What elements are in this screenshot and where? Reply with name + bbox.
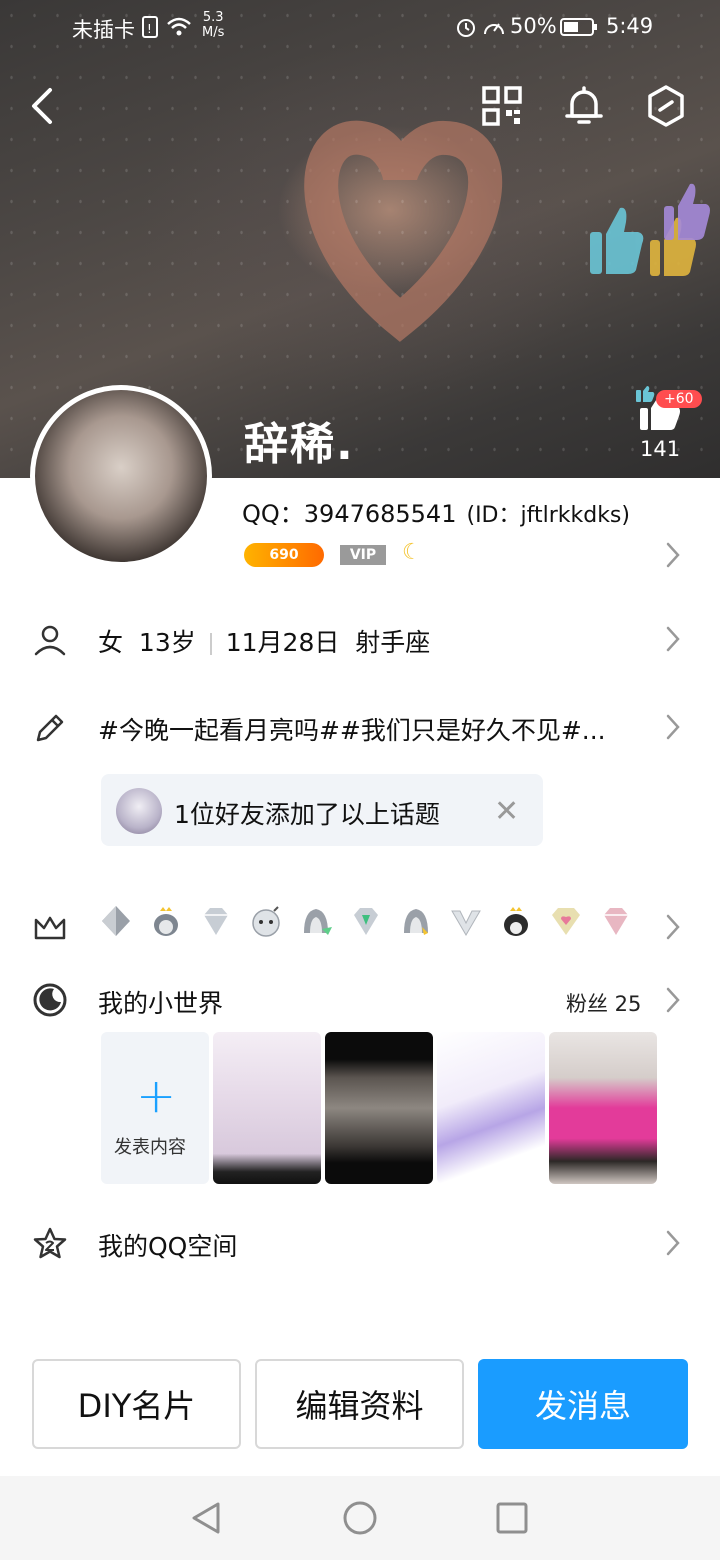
net-speed-value: 5.3 [202,10,224,25]
coin-badge[interactable]: 690 [244,543,324,567]
chevron-right-icon[interactable] [664,624,682,654]
svg-text:!: ! [147,22,152,36]
basic-info[interactable]: 女 13岁 11月28日 射手座 [98,623,430,659]
nav-recents-icon[interactable] [492,1498,532,1538]
person-icon [34,625,66,656]
like-increment-badge: +60 [656,390,702,408]
age: 13岁 [138,628,196,657]
coin-value: 690 [269,547,299,563]
friend-avatar [116,788,162,834]
gender: 女 [98,628,124,657]
penguin-yellow-badge-icon [404,909,428,935]
qq-number-line[interactable]: QQ：3947685541 (ID：jftlrkkdks) [242,494,630,529]
clock: 5:49 [606,14,654,38]
pencil-icon [36,714,64,742]
edit-profile-button[interactable]: 编辑资料 [255,1359,464,1449]
net-speed-unit: M/s [202,25,225,40]
moon-level-icon: ☾ [402,540,422,565]
chevron-right-icon[interactable] [664,712,682,742]
badge-list[interactable] [98,903,638,943]
zodiac: 射手座 [355,628,431,657]
sim-icon: ! [142,16,158,38]
signature-text[interactable]: #今晚一起看月亮吗##我们只是好久不见#... [98,711,638,747]
qzone-title[interactable]: 我的QQ空间 [98,1227,237,1263]
plus-icon: + [136,1068,177,1124]
chevron-right-icon[interactable] [664,540,682,570]
net-speed: 5.3 M/s [202,10,224,40]
speed-mode-icon [484,23,504,35]
avatar[interactable] [30,385,212,567]
notification-bell-icon[interactable] [560,82,608,130]
crown-icon [34,916,66,940]
nickname: 辞稀. [244,419,355,470]
wifi-icon [167,17,191,36]
carrier-label: 未插卡 [72,18,135,42]
birthday: 11月28日 [225,628,340,657]
chevron-right-icon[interactable] [664,985,682,1015]
world-post-thumbnail[interactable] [325,1032,433,1184]
world-post-thumbnail[interactable] [213,1032,321,1184]
world-post-thumbnail[interactable] [549,1032,657,1184]
v-badge-icon [451,910,481,936]
bomb-face-badge-icon [252,906,280,937]
qr-code-icon[interactable] [478,82,526,130]
small-world-icon [33,983,67,1017]
crowned-penguin-badge-icon [154,907,178,936]
qzone-star-icon [33,1227,67,1259]
nav-back-icon[interactable] [186,1498,226,1538]
qq-number: QQ：3947685541 [242,500,457,528]
post-content-label: 发表内容 [114,1137,186,1158]
black-penguin-badge-icon [504,907,528,936]
nav-home-icon[interactable] [340,1498,380,1538]
battery-percent: 50% [510,14,557,38]
like-count: 141 [640,437,681,461]
green-diamond-badge-icon [354,908,378,935]
world-post-thumbnail[interactable] [437,1032,545,1184]
back-icon[interactable] [20,82,68,130]
info-divider [209,633,212,655]
alarm-icon [457,19,475,37]
topic-chip-text: 1位好友添加了以上话题 [174,800,440,829]
qq-id: (ID：jftlrkkdks) [466,503,630,528]
diy-card-button[interactable]: DIY名片 [32,1359,241,1449]
chevron-right-icon[interactable] [664,912,682,942]
close-icon[interactable]: ✕ [494,794,519,829]
pink-diamond-badge-icon [604,908,628,935]
floating-thumbs-icon [590,183,710,276]
send-message-button[interactable]: 发消息 [478,1359,688,1449]
penguin-green-badge-icon [304,909,332,935]
battery-icon [560,18,597,36]
settings-hexagon-icon[interactable] [642,82,690,130]
fans-count[interactable]: 粉丝 25 [566,988,641,1018]
diamond-badge-icon [204,908,228,935]
chevron-right-icon[interactable] [664,1228,682,1258]
vip-badge[interactable]: VIP [340,545,386,565]
gold-heart-diamond-badge-icon [552,908,580,935]
penguin-badge-icon [102,906,130,936]
small-world-title[interactable]: 我的小世界 [98,984,223,1020]
